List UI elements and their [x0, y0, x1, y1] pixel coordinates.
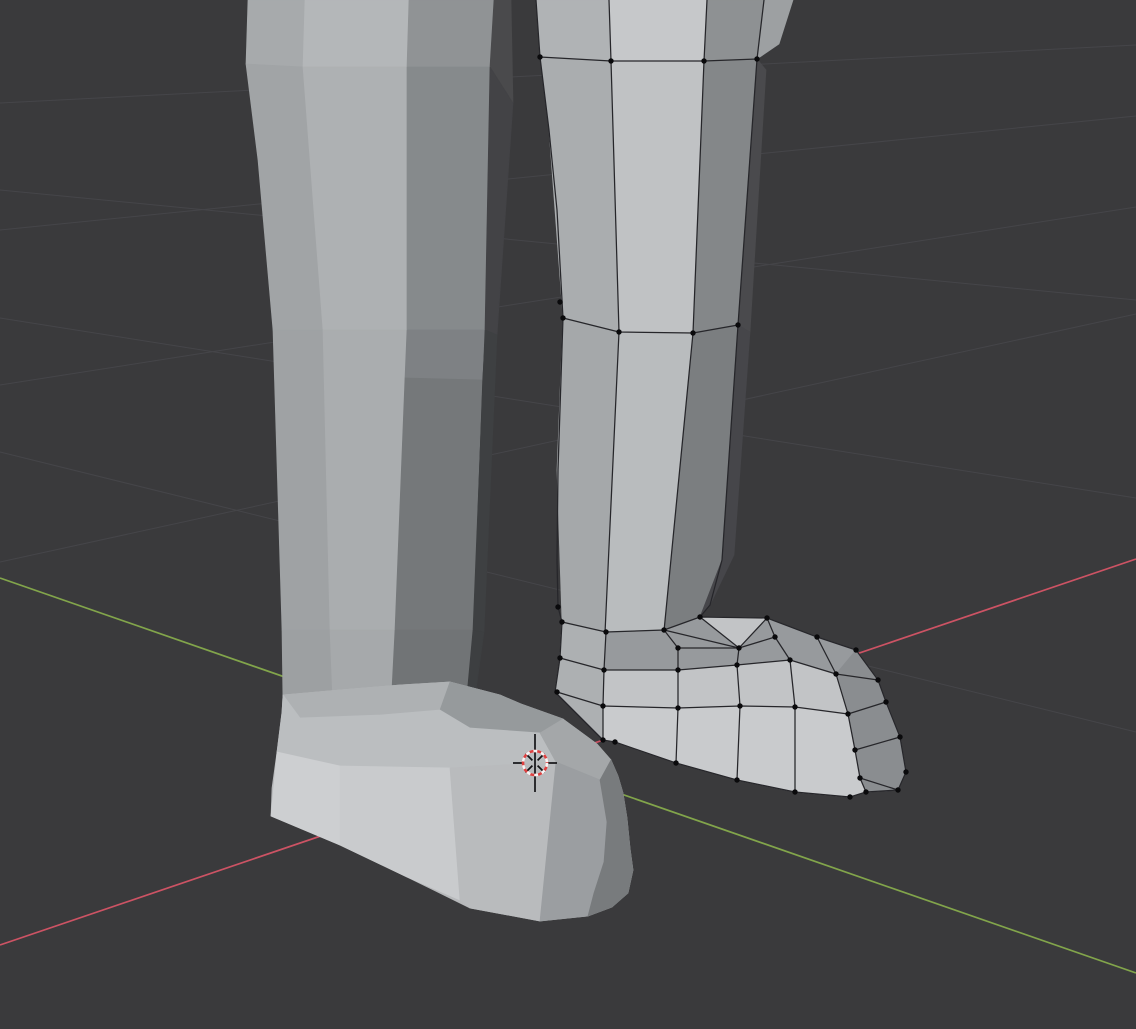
vertex-dot[interactable] [772, 634, 777, 639]
vertex-dot[interactable] [555, 604, 560, 609]
vertex-dot[interactable] [554, 689, 559, 694]
vertex-dot[interactable] [792, 789, 797, 794]
vertex-dot[interactable] [734, 662, 739, 667]
left-leg-face[interactable] [407, 67, 490, 330]
left-foot-face[interactable] [340, 766, 460, 900]
vertex-dot[interactable] [675, 705, 680, 710]
vertex-dot[interactable] [735, 322, 740, 327]
vertex-dot[interactable] [661, 627, 666, 632]
vertex-dot[interactable] [600, 703, 605, 708]
viewport-canvas[interactable] [0, 0, 1136, 1029]
left-leg-face[interactable] [273, 330, 330, 630]
vertex-dot[interactable] [754, 56, 759, 61]
vertex-dot[interactable] [833, 671, 838, 676]
vertex-dot[interactable] [814, 634, 819, 639]
vertex-dot[interactable] [863, 789, 868, 794]
left-leg-face[interactable] [395, 378, 482, 630]
vertex-dot[interactable] [675, 667, 680, 672]
vertex-dot[interactable] [608, 58, 613, 63]
left-foot-face[interactable] [271, 752, 340, 845]
vertex-dot[interactable] [883, 699, 888, 704]
mesh-left-leg[interactable] [246, 0, 513, 708]
vertex-dot[interactable] [697, 614, 702, 619]
vertex-dot[interactable] [792, 704, 797, 709]
vertex-dot[interactable] [603, 629, 608, 634]
vertex-dot[interactable] [560, 315, 565, 320]
vertex-dot[interactable] [690, 330, 695, 335]
vertex-dot[interactable] [857, 775, 862, 780]
vertex-dot[interactable] [787, 657, 792, 662]
left-leg-face[interactable] [407, 0, 494, 67]
left-leg-face[interactable] [323, 330, 407, 630]
right-leg-face[interactable] [536, 0, 611, 61]
right-leg-face[interactable] [609, 0, 707, 61]
vertex-dot[interactable] [701, 58, 706, 63]
mesh-left-foot[interactable] [271, 682, 633, 921]
vertex-dot[interactable] [895, 787, 900, 792]
vertex-dot[interactable] [557, 655, 562, 660]
vertex-dot[interactable] [853, 647, 858, 652]
vertex-dot[interactable] [559, 619, 564, 624]
vertex-dot[interactable] [875, 677, 880, 682]
vertex-dot[interactable] [852, 747, 857, 752]
vertex-dot[interactable] [537, 54, 542, 59]
left-leg-face[interactable] [485, 67, 513, 335]
left-leg-face[interactable] [246, 0, 305, 67]
right-leg-face[interactable] [704, 0, 764, 61]
right-leg-face[interactable] [611, 61, 704, 333]
vertex-dot[interactable] [897, 734, 902, 739]
vertex-dot[interactable] [675, 645, 680, 650]
vertex-dot[interactable] [764, 615, 769, 620]
vertex-dot[interactable] [557, 299, 562, 304]
right-leg-face[interactable] [540, 57, 619, 332]
vertex-dot[interactable] [600, 737, 605, 742]
blender-3d-viewport[interactable] [0, 0, 1136, 1029]
vertex-dot[interactable] [601, 667, 606, 672]
vertex-dot[interactable] [903, 769, 908, 774]
vertex-dot[interactable] [612, 739, 617, 744]
vertex-dot[interactable] [845, 711, 850, 716]
vertex-dot[interactable] [847, 794, 852, 799]
left-leg-face[interactable] [303, 0, 409, 67]
vertex-dot[interactable] [673, 760, 678, 765]
vertex-dot[interactable] [736, 645, 741, 650]
left-leg-face[interactable] [405, 330, 485, 380]
vertex-dot[interactable] [734, 777, 739, 782]
vertex-dot[interactable] [616, 329, 621, 334]
left-foot-face[interactable] [450, 762, 556, 921]
vertex-dot[interactable] [737, 703, 742, 708]
